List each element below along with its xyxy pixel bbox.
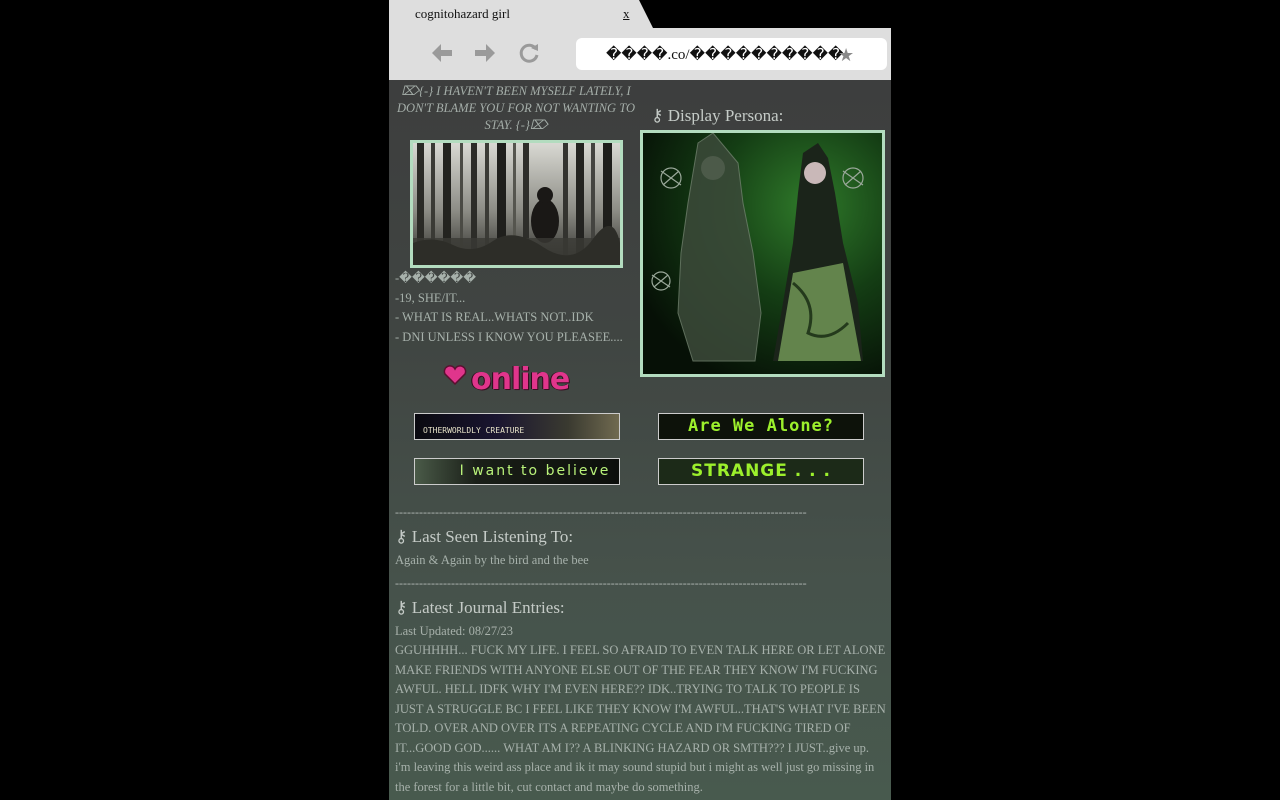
online-indicator: online (443, 362, 593, 398)
bio-line: - DNI UNLESS I KNOW YOU PLEASEE.... (395, 329, 623, 344)
badge-are-we-alone: Are We Alone? (658, 413, 864, 440)
badge-strange-text: STRANGE . . . (690, 461, 831, 481)
section-divider: ----------------------------------------… (395, 576, 807, 590)
bio-line: -������ (395, 271, 477, 285)
badge-strange: STRANGE . . . (658, 458, 864, 485)
tab-close-button[interactable]: x (623, 6, 630, 22)
badge-are-we-alone-text: Are We Alone? (687, 416, 835, 436)
badge-i-want-to-believe: I want to believe (414, 458, 620, 485)
browser-window: cognitohazard girl x ����.co/���������� … (389, 0, 891, 800)
persona-image (640, 130, 885, 377)
section-divider: ----------------------------------------… (395, 505, 807, 519)
journal-heading: ⚷ Latest Journal Entries: (395, 598, 565, 617)
badge-otherworldly: OTHERWORLDLY CREATURE (414, 413, 620, 440)
bio-list: -������ -19, SHE/IT... - WHAT IS REAL..W… (395, 269, 623, 347)
profile-page: ⌦{-} I HAVEN'T BEEN MYSELF LATELY, I DON… (389, 80, 891, 800)
forest-scene (413, 143, 620, 265)
journal-updated-date: Last Updated: 08/27/23 (395, 624, 514, 638)
profile-quote: ⌦{-} I HAVEN'T BEEN MYSELF LATELY, I DON… (397, 84, 635, 132)
journal-entry-text: GGUHHHH... FUCK MY LIFE. I FEEL SO AFRAI… (395, 643, 886, 794)
bio-line: -19, SHE/IT... (395, 290, 466, 305)
reload-button[interactable] (516, 40, 542, 66)
online-label: online (471, 362, 570, 397)
heart-icon (443, 365, 467, 385)
back-arrow-icon (432, 44, 452, 62)
forward-button[interactable] (472, 40, 498, 66)
bio-line: - WHAT IS REAL..WHATS NOT..IDK (395, 310, 594, 324)
forward-arrow-icon (475, 44, 495, 62)
url-text[interactable]: ����.co/���������� (606, 45, 843, 64)
persona-heading: ⚷ Display Persona: (651, 106, 784, 125)
browser-tab[interactable]: cognitohazard girl x (389, 0, 655, 28)
browser-toolbar: ����.co/���������� ★ (389, 28, 891, 80)
listening-track: Again & Again by the bird and the bee (395, 553, 589, 567)
forest-image (410, 140, 623, 268)
listening-heading: ⚷ Last Seen Listening To: (395, 527, 574, 546)
bookmark-star-icon[interactable]: ★ (838, 45, 854, 66)
reload-icon (519, 43, 539, 63)
address-bar[interactable]: ����.co/���������� ★ (576, 38, 887, 70)
tab-title: cognitohazard girl (415, 6, 510, 21)
badge-otherworldly-text: OTHERWORLDLY CREATURE (423, 426, 525, 435)
persona-illustration (643, 133, 882, 374)
badge-i-want-to-believe-text: I want to believe (459, 463, 611, 479)
back-button[interactable] (429, 40, 455, 66)
